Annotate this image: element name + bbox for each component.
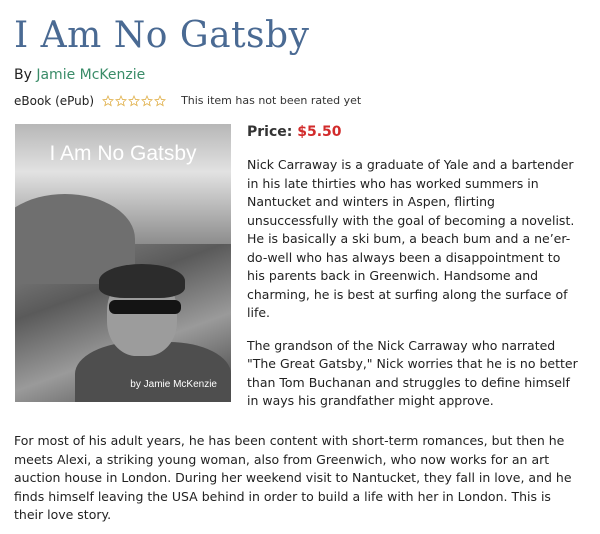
cover-title: I Am No Gatsby: [49, 142, 197, 165]
star-icon[interactable]: [141, 95, 154, 107]
by-prefix: By: [14, 67, 37, 83]
cover-figure-hair: [99, 264, 185, 298]
star-icon[interactable]: [115, 95, 128, 107]
price: Price: $5.50: [247, 124, 342, 140]
cover-figure-sunglasses: [109, 300, 181, 314]
price-label: Price:: [247, 124, 293, 140]
format-label: eBook (ePub): [14, 94, 95, 108]
byline: By Jamie McKenzie: [14, 66, 145, 84]
star-icon[interactable]: [128, 95, 141, 107]
description-paragraph: For most of his adult years, he has been…: [14, 433, 572, 522]
description-paragraph: The grandson of the Nick Carraway who na…: [247, 337, 578, 409]
price-value: $5.50: [297, 124, 342, 140]
rating-note: This item has not been rated yet: [181, 94, 362, 107]
book-cover-image[interactable]: I Am No Gatsby by Jamie McKenzie: [15, 124, 231, 402]
star-icon[interactable]: [102, 95, 115, 107]
description-side: Nick Carraway is a graduate of Yale and …: [247, 156, 582, 425]
star-icon[interactable]: [154, 95, 167, 107]
cover-author: by Jamie McKenzie: [130, 379, 217, 390]
format-rating-row: eBook (ePub) This item has not been rate…: [14, 93, 361, 109]
star-rating[interactable]: [102, 95, 167, 107]
author-link[interactable]: Jamie McKenzie: [36, 67, 145, 83]
book-title: I Am No Gatsby: [14, 15, 310, 56]
description-paragraph: Nick Carraway is a graduate of Yale and …: [247, 157, 575, 320]
